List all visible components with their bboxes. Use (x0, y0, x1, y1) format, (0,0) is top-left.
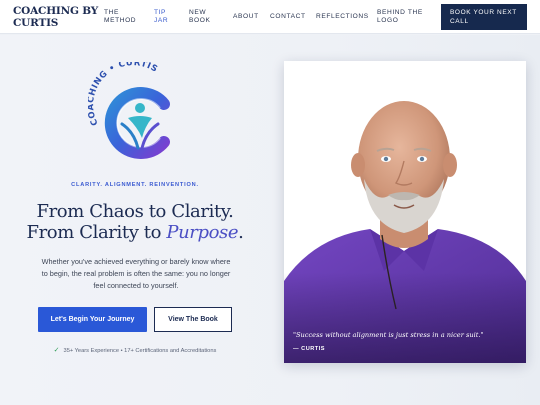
logo-line-1: COACHING BY (13, 5, 99, 17)
cta-label: BOOK YOUR NEXT (450, 9, 517, 16)
nav-behind-the-logo[interactable]: BEHIND THE LOGO (377, 0, 423, 34)
headline-prefix: From Clarity to (26, 222, 167, 243)
cta-label: CALL (450, 17, 469, 25)
nav-label: BOOK (189, 17, 211, 24)
headline-suffix: . (238, 222, 244, 243)
nav-label: NEW (189, 8, 207, 16)
nav-label: REFLECTIONS (316, 12, 369, 20)
headline-line-2: From Clarity to Purpose. (0, 222, 270, 243)
site-header: COACHING BY CURTIS THE METHOD TIP JAR NEW B… (0, 0, 540, 34)
logo-line-2: CURTIS (13, 17, 59, 29)
nav-label: BEHIND THE (377, 8, 423, 16)
headline-emphasis: Purpose (166, 222, 239, 243)
trust-text: 35+ Years Experience • 17+ Certification… (63, 348, 217, 354)
nav-label: ABOUT (233, 12, 259, 20)
photo-quote: "Success without alignment is just stres… (293, 331, 484, 339)
nav-tip-jar[interactable]: TIP JAR (154, 0, 168, 34)
book-call-button[interactable]: BOOK YOUR NEXT CALL (441, 4, 527, 30)
hero-headline: From Chaos to Clarity. From Clarity to P… (0, 201, 270, 243)
nav-about[interactable]: ABOUT (233, 0, 259, 34)
nav-contact[interactable]: CONTACT (270, 0, 306, 34)
nav-label: THE (104, 8, 119, 16)
portrait-photo (284, 61, 526, 363)
begin-journey-button[interactable]: Let's Begin Your Journey (38, 307, 147, 332)
view-book-button[interactable]: View The Book (154, 307, 232, 332)
site-logo[interactable]: COACHING BY CURTIS (13, 5, 98, 29)
nav-label: TIP (154, 8, 167, 16)
subtext-line: to begin, the real problem is often the … (41, 269, 231, 279)
coaching-emblem-logo: COACHING • CURTIS (86, 58, 180, 162)
nav-label: CONTACT (270, 12, 306, 20)
nav-label: METHOD (104, 17, 137, 24)
nav-reflections[interactable]: REFLECTIONS (316, 0, 369, 34)
trust-line: ✓ 35+ Years Experience • 17+ Certificatio… (0, 346, 270, 354)
checkmark-icon: ✓ (53, 347, 60, 354)
headline-line-1: From Chaos to Clarity. (36, 201, 234, 222)
nav-label: LOGO (377, 17, 399, 24)
nav-label: JAR (154, 17, 169, 24)
hero-subtext: Whether you've achieved everything or ba… (16, 256, 256, 293)
quote-author: — CURTIS (293, 346, 325, 352)
subtext-line: Whether you've achieved everything or ba… (41, 257, 231, 266)
nav-new-book[interactable]: NEW BOOK (189, 0, 210, 34)
nav-the-method[interactable]: THE METHOD (104, 0, 136, 34)
hero-tagline: CLARITY. ALIGNMENT. REINVENTION. (71, 182, 199, 188)
subtext-line: feel connected to yourself. (93, 281, 179, 291)
